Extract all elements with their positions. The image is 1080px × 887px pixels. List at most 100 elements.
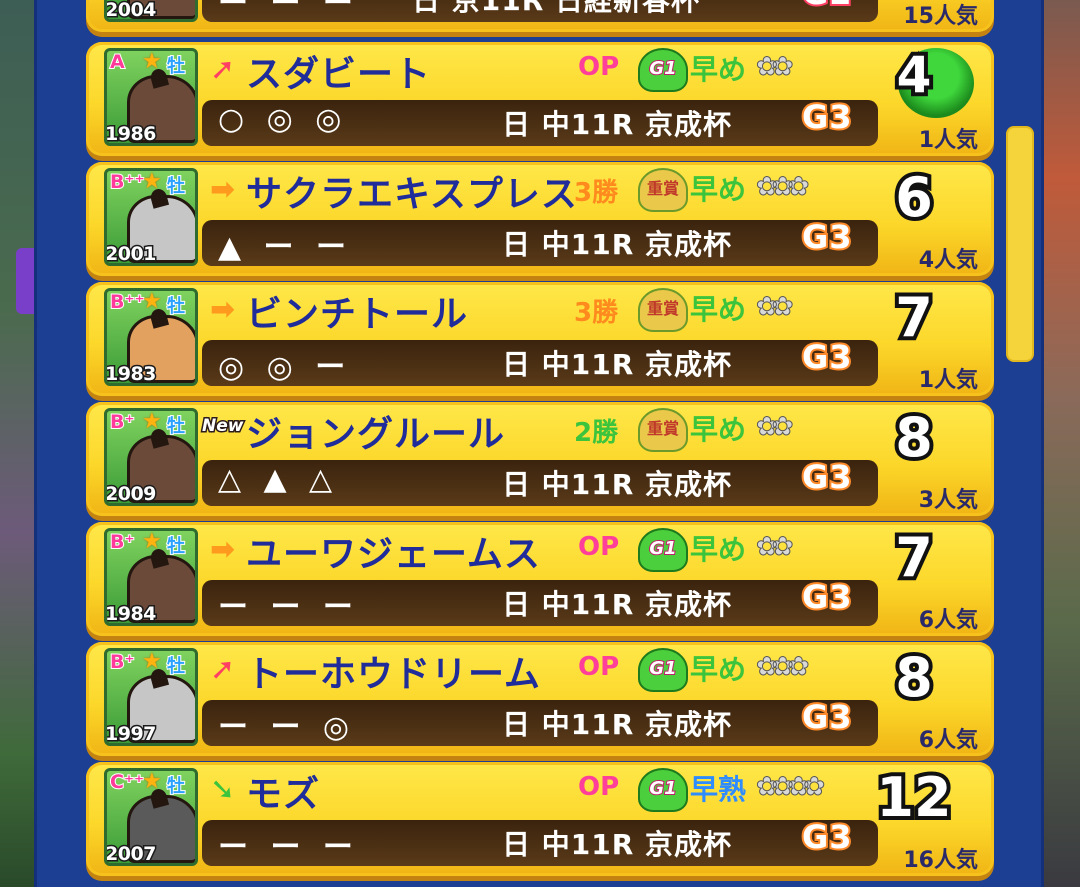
- prediction-marks: ー ー ー: [218, 830, 359, 865]
- popularity-label: 3人気: [918, 488, 978, 513]
- race-info-bar: △ ▲ △ 日 中11R 京成杯 G3: [202, 456, 878, 506]
- horse-portrait: B⁺ ★ 牡 2009: [104, 408, 198, 506]
- stamina-horseshoe-icons: ✿✿✿: [755, 652, 809, 683]
- prediction-marks: ー ー ー: [218, 590, 359, 625]
- sex-label: 牡: [166, 655, 186, 678]
- horse-name: ユーワジェームス: [246, 534, 541, 575]
- growth-type-label: 早め: [690, 293, 747, 326]
- horse-name: トーホウドリーム: [246, 654, 541, 695]
- race-name: 日 中11R 京成杯: [502, 468, 733, 501]
- birth-year: 2009: [105, 482, 158, 505]
- scrollbar-thumb[interactable]: [1006, 126, 1034, 362]
- popularity-label: 16人気: [903, 848, 978, 873]
- popularity-label: 1人気: [918, 368, 978, 393]
- star-icon: ★: [142, 49, 162, 74]
- stamina-horseshoe-icons: ✿✿: [756, 52, 794, 83]
- finish-position: 6: [891, 162, 937, 233]
- race-name: 日 中11R 京成杯: [502, 708, 733, 741]
- background-left: [0, 0, 34, 887]
- class-label: OP: [578, 52, 620, 82]
- horse-card[interactable]: B⁺⁺ ★ 牡 1983 ➡ ビンチトール 3勝 重賞 早め ✿✿ ◎ ◎ ー …: [86, 282, 994, 396]
- growth-type-label: 早め: [690, 533, 747, 566]
- stamina-horseshoe-icons: ✿✿: [756, 532, 794, 563]
- horse-card-partial[interactable]: 2004 ー ー ー 日 京11R 日経新春杯 G2 15人気: [86, 0, 994, 32]
- star-icon: ★: [142, 409, 162, 434]
- horse-card[interactable]: B⁺⁺ ★ 牡 2001 ➡ サクラエキスプレス 3勝 重賞 早め ✿✿✿ ▲ …: [86, 162, 994, 276]
- stamina-horseshoe-icons: ✿✿: [756, 292, 794, 323]
- background-right: [1038, 0, 1080, 887]
- horse-card[interactable]: B⁺ ★ 牡 2009 New ジョングルール 2勝 重賞 早め ✿✿ △ ▲ …: [86, 402, 994, 516]
- race-info-bar: ー ー ◎ 日 中11R 京成杯 G3: [202, 696, 878, 746]
- trend-arrow-icon: ➡: [210, 172, 236, 207]
- horse-name: ジョングルール: [246, 414, 506, 455]
- race-grade-badge: G3: [800, 336, 854, 378]
- side-tab-button[interactable]: [16, 248, 34, 314]
- class-label: 3勝: [574, 298, 619, 328]
- class-label: OP: [578, 532, 620, 562]
- race-grade-badge: G3: [800, 576, 854, 618]
- prediction-marks: ◎ ◎ ー: [218, 350, 352, 385]
- horse-card[interactable]: B⁺ ★ 牡 1984 ➡ ユーワジェームス OP G1 早め ✿✿ ー ー ー…: [86, 522, 994, 636]
- trend-arrow-icon: ➚: [210, 52, 236, 87]
- horse-name: ビンチトール: [246, 294, 469, 335]
- birth-year: 1997: [105, 722, 158, 745]
- class-label: 2勝: [574, 418, 619, 448]
- finish-position: 7: [891, 282, 937, 353]
- trophy-icon: G1: [638, 48, 688, 92]
- sex-label: 牡: [166, 535, 186, 558]
- rank-badge: B⁺: [109, 531, 135, 554]
- sex-label: 牡: [166, 295, 186, 318]
- prediction-marks: ー ー ー: [218, 0, 359, 21]
- trophy-icon: G1: [638, 768, 688, 812]
- popularity-label: 1人気: [918, 128, 978, 153]
- sex-label: 牡: [166, 775, 186, 798]
- trophy-icon: 重賞: [638, 408, 688, 452]
- prediction-marks: ▲ ー ー: [218, 230, 352, 265]
- birth-year: 2001: [105, 242, 158, 265]
- class-label: OP: [578, 772, 620, 802]
- trend-arrow-icon: ➘: [210, 772, 236, 807]
- race-name: 日 中11R 京成杯: [502, 828, 733, 861]
- sex-label: 牡: [166, 55, 186, 78]
- prediction-marks: ー ー ◎: [218, 710, 356, 745]
- race-grade-badge: G3: [800, 816, 854, 858]
- birth-year: 1984: [105, 602, 158, 625]
- stamina-horseshoe-icons: ✿✿✿: [755, 172, 809, 203]
- stamina-horseshoe-icons: ✿✿: [756, 412, 794, 443]
- popularity-label: 6人気: [918, 728, 978, 753]
- race-grade-badge: G3: [800, 456, 854, 498]
- race-info-bar: ○ ◎ ◎ 日 中11R 京成杯 G3: [202, 96, 878, 146]
- race-info-bar: ー ー ー 日 中11R 京成杯 G3: [202, 576, 878, 626]
- horse-card[interactable]: C⁺⁺ ★ 牡 2007 ➘ モズ OP G1 早熟 ✿✿✿✿ ー ー ー 日 …: [86, 762, 994, 876]
- sex-label: 牡: [166, 175, 186, 198]
- horse-portrait: B⁺⁺ ★ 牡 1983: [104, 288, 198, 386]
- race-grade-badge: G3: [800, 216, 854, 258]
- trend-arrow-icon: ➚: [210, 652, 236, 687]
- star-icon: ★: [142, 769, 162, 794]
- star-icon: ★: [142, 169, 162, 194]
- new-badge: New: [200, 415, 245, 438]
- star-icon: ★: [142, 289, 162, 314]
- birth-year: 2007: [105, 842, 158, 865]
- horse-portrait: 2004: [104, 0, 198, 22]
- horse-portrait: B⁺ ★ 牡 1984: [104, 528, 198, 626]
- sex-label: 牡: [166, 415, 186, 438]
- race-name: 日 京11R 日経新春杯: [412, 0, 701, 17]
- finish-position: 12: [872, 762, 955, 833]
- horse-portrait: B⁺ ★ 牡 1997: [104, 648, 198, 746]
- race-grade-badge: G2: [800, 0, 854, 14]
- finish-position: 4: [893, 42, 936, 108]
- race-info-bar: ◎ ◎ ー 日 中11R 京成杯 G3: [202, 336, 878, 386]
- growth-type-label: 早め: [690, 173, 747, 206]
- trophy-icon: 重賞: [638, 288, 688, 332]
- horse-name: スダビート: [246, 54, 432, 95]
- horse-card[interactable]: A ★ 牡 1986 ➚ スダビート OP G1 早め ✿✿ ○ ◎ ◎ 日 中…: [86, 42, 994, 156]
- race-name: 日 中11R 京成杯: [502, 588, 733, 621]
- rank-badge: C⁺⁺: [109, 771, 145, 794]
- finish-position: 7: [891, 522, 937, 593]
- trend-arrow-icon: ➡: [210, 292, 236, 327]
- stamina-horseshoe-icons: ✿✿✿✿: [755, 772, 825, 803]
- horse-card[interactable]: B⁺ ★ 牡 1997 ➚ トーホウドリーム OP G1 早め ✿✿✿ ー ー …: [86, 642, 994, 756]
- race-name: 日 中11R 京成杯: [502, 348, 733, 381]
- growth-type-label: 早熟: [690, 773, 747, 806]
